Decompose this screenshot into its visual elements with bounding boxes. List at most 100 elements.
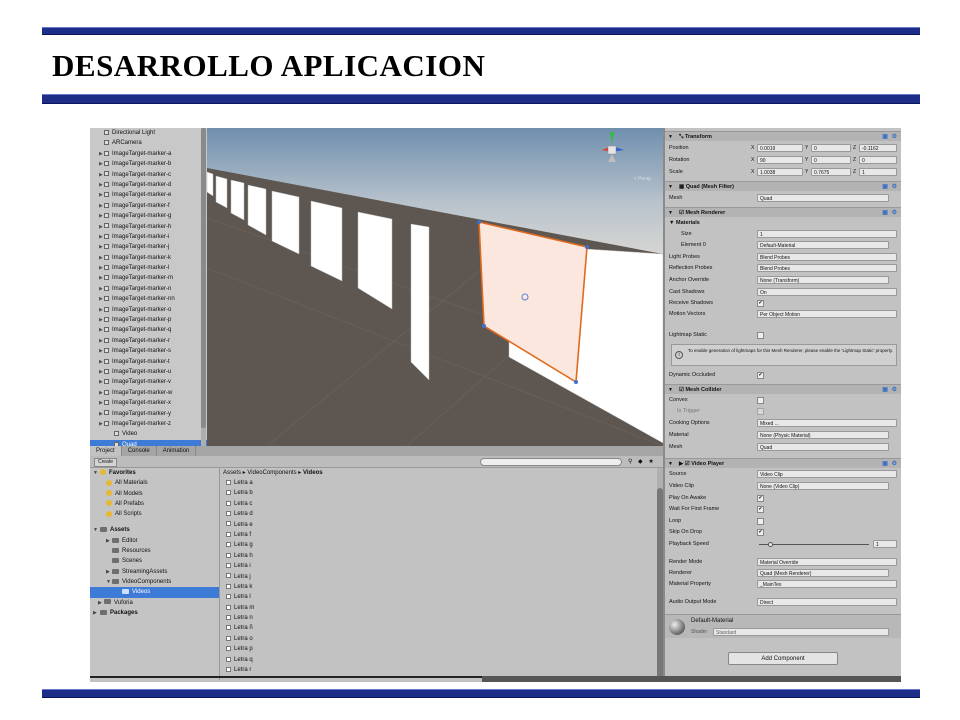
- motion-vectors-dropdown[interactable]: Per Object Motion: [757, 310, 897, 318]
- expand-arrow-icon[interactable]: ▶: [99, 377, 103, 387]
- favorite-item[interactable]: All Materials: [90, 478, 219, 488]
- expand-arrow-icon[interactable]: ▶: [106, 536, 110, 546]
- video-file-item[interactable]: Letra c: [221, 499, 658, 509]
- dynamic-occluded-checkbox[interactable]: ✔: [757, 372, 764, 379]
- video-player-header[interactable]: ▼ ▶ ☑ Video Player ▣ ⚙: [665, 458, 901, 468]
- video-file-item[interactable]: Letra h: [221, 551, 658, 561]
- playback-speed-knob[interactable]: [768, 542, 773, 547]
- element-field[interactable]: Default-Material: [757, 241, 889, 249]
- expand-arrow-icon[interactable]: ▶: [99, 357, 103, 367]
- hierarchy-item[interactable]: Directional Light: [90, 128, 207, 138]
- collider-mesh-field[interactable]: Quad: [757, 443, 889, 451]
- expand-arrow-icon[interactable]: ▶: [99, 336, 103, 346]
- scene-canvas[interactable]: [207, 128, 663, 446]
- hierarchy-item[interactable]: ▶ ImageTarget-marker-k: [90, 253, 207, 263]
- scale-y-field[interactable]: 0.7675: [811, 168, 851, 176]
- expand-arrow-icon[interactable]: ▶: [99, 263, 103, 273]
- hierarchy-item[interactable]: ▶ ImageTarget-marker-l: [90, 263, 207, 273]
- quad-handle[interactable]: [585, 245, 589, 249]
- hierarchy-item[interactable]: ▶ ImageTarget-marker-v: [90, 377, 207, 387]
- hierarchy-child-item[interactable]: Video: [90, 429, 207, 439]
- video-file-item[interactable]: Letra p: [221, 644, 658, 654]
- hierarchy-item[interactable]: ▶ ImageTarget-marker-e: [90, 190, 207, 200]
- component-menu-icon[interactable]: ▣ ⚙: [882, 385, 898, 395]
- hierarchy-item[interactable]: ▶ ImageTarget-marker-y: [90, 409, 207, 419]
- quad-handle[interactable]: [574, 380, 578, 384]
- video-file-item[interactable]: Letra e: [221, 520, 658, 530]
- expand-arrow-icon[interactable]: ▼: [106, 577, 111, 587]
- hierarchy-item[interactable]: ▶ ImageTarget-marker-o: [90, 305, 207, 315]
- hierarchy-item[interactable]: ▶ ImageTarget-marker-j: [90, 242, 207, 252]
- playback-speed-field[interactable]: 1: [873, 540, 897, 548]
- video-file-item[interactable]: Letra i: [221, 561, 658, 571]
- expand-arrow-icon[interactable]: ▶: [99, 180, 103, 190]
- tab-project[interactable]: Project: [90, 446, 122, 456]
- receive-shadows-checkbox[interactable]: ✔: [757, 300, 764, 307]
- loop-checkbox[interactable]: [757, 518, 764, 525]
- packages-header[interactable]: ▶ Packages: [90, 608, 219, 618]
- hierarchy-item[interactable]: ▶ ImageTarget-marker-x: [90, 398, 207, 408]
- video-file-item[interactable]: Letra k: [221, 582, 658, 592]
- tab-console[interactable]: Console: [122, 446, 157, 456]
- video-file-item[interactable]: Letra o: [221, 634, 658, 644]
- create-button[interactable]: Create: [94, 458, 118, 467]
- asset-folder[interactable]: ▶ Editor: [90, 536, 219, 546]
- renderer-field[interactable]: Quad (Mesh Renderer): [757, 569, 889, 577]
- expand-arrow-icon[interactable]: ▶: [99, 325, 103, 335]
- video-file-item[interactable]: Letra q: [221, 655, 658, 665]
- expand-arrow-icon[interactable]: ▶: [99, 273, 103, 283]
- rotation-y-field[interactable]: 0: [811, 156, 851, 164]
- position-z-field[interactable]: -0.1162: [859, 144, 897, 152]
- asset-folder[interactable]: Scenes: [90, 556, 219, 566]
- hierarchy-item[interactable]: ▶ ImageTarget-marker-s: [90, 346, 207, 356]
- hierarchy-item[interactable]: ▶ ImageTarget-marker-f: [90, 201, 207, 211]
- folder-videos[interactable]: Videos: [90, 587, 219, 598]
- collider-material-field[interactable]: None (Physic Material): [757, 431, 889, 439]
- size-field[interactable]: 1: [757, 230, 897, 238]
- light-probes-dropdown[interactable]: Blend Probes: [757, 253, 897, 261]
- video-file-item[interactable]: Letra g: [221, 540, 658, 550]
- hierarchy-item[interactable]: ▶ ImageTarget-marker-d: [90, 180, 207, 190]
- hierarchy-item[interactable]: ▶ ImageTarget-marker-p: [90, 315, 207, 325]
- hierarchy-item[interactable]: ▶ ImageTarget-marker-g: [90, 211, 207, 221]
- favorite-item[interactable]: All Scripts: [90, 509, 219, 519]
- video-file-item[interactable]: Letra d: [221, 509, 658, 519]
- video-file-item[interactable]: Letra j: [221, 572, 658, 582]
- material-property-dropdown[interactable]: _MainTex: [757, 580, 897, 588]
- hierarchy-item[interactable]: ▶ ImageTarget-marker-b: [90, 159, 207, 169]
- hierarchy-item[interactable]: ▶ ImageTarget-marker-m: [90, 273, 207, 283]
- scale-x-field[interactable]: 1.0038: [757, 168, 803, 176]
- reflection-probes-dropdown[interactable]: Blend Probes: [757, 264, 897, 272]
- cooking-options-dropdown[interactable]: Mixed ...: [757, 419, 897, 427]
- mesh-collider-header[interactable]: ▼ ☑ Mesh Collider ▣ ⚙: [665, 384, 901, 394]
- lightmap-static-checkbox[interactable]: [757, 332, 764, 339]
- rotation-z-field[interactable]: 0: [859, 156, 897, 164]
- expand-arrow-icon[interactable]: ▶: [99, 253, 103, 263]
- persp-label[interactable]: < Persp: [634, 176, 651, 182]
- hierarchy-item[interactable]: ▶ ImageTarget-marker-r: [90, 336, 207, 346]
- expand-arrow-icon[interactable]: ▶: [99, 284, 103, 294]
- assets-header[interactable]: ▼ Assets: [90, 525, 219, 535]
- favorite-item[interactable]: All Prefabs: [90, 499, 219, 509]
- add-component-button[interactable]: Add Component: [728, 652, 838, 665]
- playback-speed-slider[interactable]: [759, 544, 869, 545]
- folder-vuforia[interactable]: ▶ Vuforia: [90, 598, 219, 608]
- hierarchy-item[interactable]: ▶ ImageTarget-marker-a: [90, 149, 207, 159]
- hierarchy-item[interactable]: ▶ ImageTarget-marker-z: [90, 419, 207, 429]
- convex-checkbox[interactable]: [757, 397, 764, 404]
- mesh-renderer-header[interactable]: ▼ ☑ Mesh Renderer ▣ ⚙: [665, 207, 901, 217]
- expand-arrow-icon[interactable]: ▶: [99, 294, 103, 304]
- hierarchy-item[interactable]: ▶ ImageTarget-marker-h: [90, 222, 207, 232]
- scene-view[interactable]: < Persp: [207, 128, 663, 446]
- video-file-item[interactable]: Letra l: [221, 592, 658, 602]
- quad-handle[interactable]: [477, 220, 481, 224]
- hierarchy-item[interactable]: ▶ ImageTarget-marker-i: [90, 232, 207, 242]
- expand-arrow-icon[interactable]: ▶: [99, 242, 103, 252]
- video-clip-field[interactable]: None (Video Clip): [757, 482, 889, 490]
- expand-arrow-icon[interactable]: ▶: [106, 567, 110, 577]
- component-menu-icon[interactable]: ▣ ⚙: [882, 182, 898, 192]
- position-y-field[interactable]: 0: [811, 144, 851, 152]
- expand-arrow-icon[interactable]: ▶: [99, 149, 103, 159]
- favorites-header[interactable]: ▼ Favorites: [90, 468, 219, 478]
- hierarchy-item[interactable]: ARCamera: [90, 138, 207, 148]
